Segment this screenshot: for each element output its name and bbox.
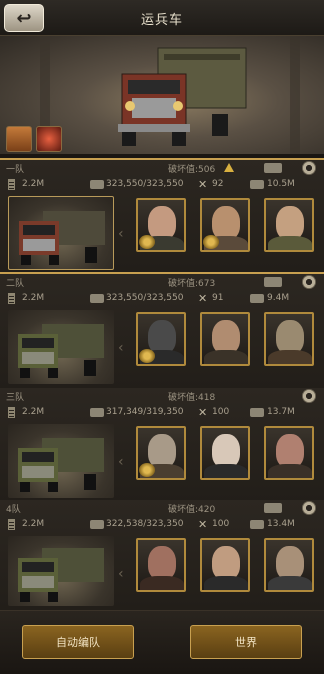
squad-name: 一队 [6, 165, 25, 175]
rank-badge-icon [203, 235, 219, 249]
hero-slot[interactable] [200, 312, 250, 366]
fuel-icon [8, 407, 15, 418]
fuel-icon [8, 179, 15, 190]
load-value: 13.7M [267, 407, 295, 417]
fuel-value: 2.2M [22, 293, 45, 303]
hp-icon [90, 408, 104, 417]
truck-image [19, 211, 105, 265]
load-value: 9.4M [267, 293, 290, 303]
attack-icon: ✕ [198, 178, 208, 191]
book-icon[interactable] [6, 126, 32, 152]
squad-4[interactable]: 4队 破坏值:420 2.2M 322,538/323,350 ✕ 100 13… [0, 500, 324, 610]
hp-value: 317,349/319,350 [106, 407, 184, 417]
squad-3[interactable]: 三队 破坏值:418 2.2M 317,349/319,350 ✕ 100 13… [0, 388, 324, 504]
bottom-bar: 自动编队 世界 [0, 610, 324, 674]
squad-name: 二队 [6, 279, 25, 289]
truck-image [118, 47, 247, 146]
squad-2[interactable]: 二队 破坏值:673 2.2M 323,550/323,550 ✕ 91 9.4… [0, 274, 324, 390]
truck-banner [0, 36, 324, 154]
squad-power: 破坏值:673 [168, 279, 216, 289]
squad-power: 破坏值:506 [168, 165, 216, 175]
world-button[interactable]: 世界 [190, 625, 302, 659]
hero-slot[interactable] [264, 538, 314, 592]
attack-icon: ✕ [198, 518, 208, 531]
hp-icon [90, 294, 104, 303]
gear-icon[interactable] [302, 389, 316, 403]
warning-icon [224, 163, 234, 172]
fire-icon[interactable] [36, 126, 62, 152]
load-value: 13.4M [267, 519, 295, 529]
hero-slot[interactable] [136, 426, 186, 480]
gear-icon[interactable] [302, 161, 316, 175]
attack-icon: ✕ [198, 406, 208, 419]
hero-slot[interactable] [200, 538, 250, 592]
chevron-left-icon: ‹ [118, 340, 124, 356]
hero-slot[interactable] [136, 538, 186, 592]
rank-badge-icon [139, 463, 155, 477]
auto-formation-button[interactable]: 自动编队 [22, 625, 134, 659]
load-value: 10.5M [267, 179, 295, 189]
fuel-icon [8, 293, 15, 304]
hp-value: 323,550/323,550 [106, 179, 184, 189]
hp-value: 323,550/323,550 [106, 293, 184, 303]
attack-value: 100 [212, 407, 230, 417]
hp-icon [90, 180, 104, 189]
page-title: 运兵车 [140, 13, 183, 28]
truck-image [18, 548, 104, 602]
rank-badge-icon [139, 349, 155, 363]
truck-slot[interactable] [8, 536, 114, 606]
fuel-value: 2.2M [22, 407, 45, 417]
truck-image [18, 324, 104, 378]
squad-power: 破坏值:420 [168, 505, 216, 515]
load-icon [250, 520, 264, 529]
hp-icon [90, 520, 104, 529]
squad-1[interactable]: 一队 破坏值:506 2.2M 323,550/323,550 ✕ 92 10.… [0, 158, 324, 274]
gear-icon[interactable] [302, 275, 316, 289]
truck-slot[interactable] [8, 196, 114, 270]
hero-slot[interactable] [200, 198, 250, 252]
gear-icon[interactable] [302, 501, 316, 515]
hero-slot[interactable] [136, 198, 186, 252]
truck-image [18, 438, 104, 492]
chevron-left-icon: ‹ [118, 454, 124, 470]
hero-slot[interactable] [264, 426, 314, 480]
squad-power: 破坏值:418 [168, 393, 216, 403]
hero-slot[interactable] [264, 312, 314, 366]
chevron-left-icon: ‹ [118, 566, 124, 582]
attack-value: 92 [212, 179, 224, 189]
squad-name: 4队 [6, 505, 21, 515]
hero-slot[interactable] [200, 426, 250, 480]
load-icon [250, 408, 264, 417]
rank-badge-icon [139, 235, 155, 249]
truck-slot[interactable] [8, 424, 114, 498]
load-icon [250, 180, 264, 189]
attack-value: 100 [212, 519, 230, 529]
hero-slot[interactable] [264, 198, 314, 252]
squad-name: 三队 [6, 393, 25, 403]
truck-icon[interactable] [264, 503, 282, 513]
fuel-value: 2.2M [22, 519, 45, 529]
truck-slot[interactable] [8, 310, 114, 384]
fuel-value: 2.2M [22, 179, 45, 189]
chevron-left-icon: ‹ [118, 226, 124, 242]
truck-icon[interactable] [264, 163, 282, 173]
truck-icon[interactable] [264, 277, 282, 287]
attack-icon: ✕ [198, 292, 208, 305]
top-bar: ↩ 运兵车 [0, 0, 324, 36]
hp-value: 322,538/323,350 [106, 519, 184, 529]
attack-value: 91 [212, 293, 224, 303]
load-icon [250, 294, 264, 303]
hero-slot[interactable] [136, 312, 186, 366]
fuel-icon [8, 519, 15, 530]
